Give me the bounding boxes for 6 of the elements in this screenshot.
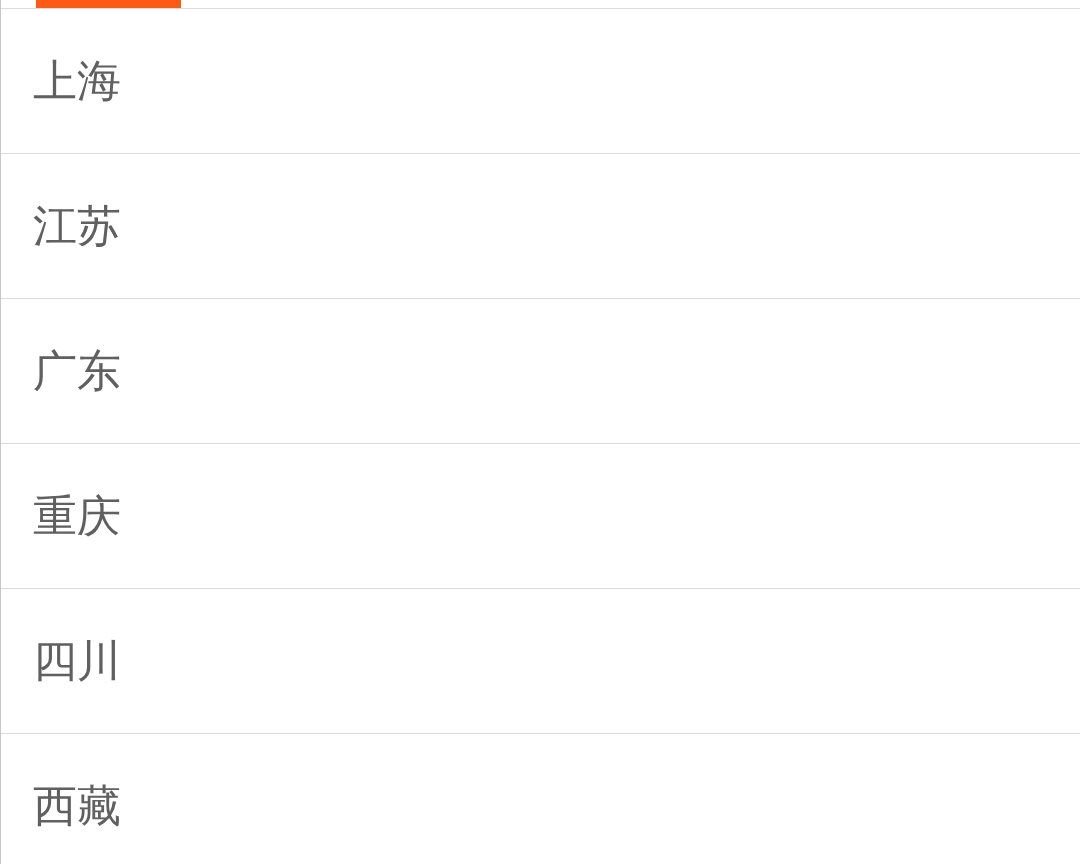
region-item[interactable]: 重庆: [1, 444, 1080, 589]
region-item[interactable]: 西藏: [1, 734, 1080, 864]
region-item[interactable]: 广东: [1, 299, 1080, 444]
region-item[interactable]: 江苏: [1, 154, 1080, 299]
region-item[interactable]: 四川: [1, 589, 1080, 734]
region-item[interactable]: 上海: [1, 9, 1080, 154]
